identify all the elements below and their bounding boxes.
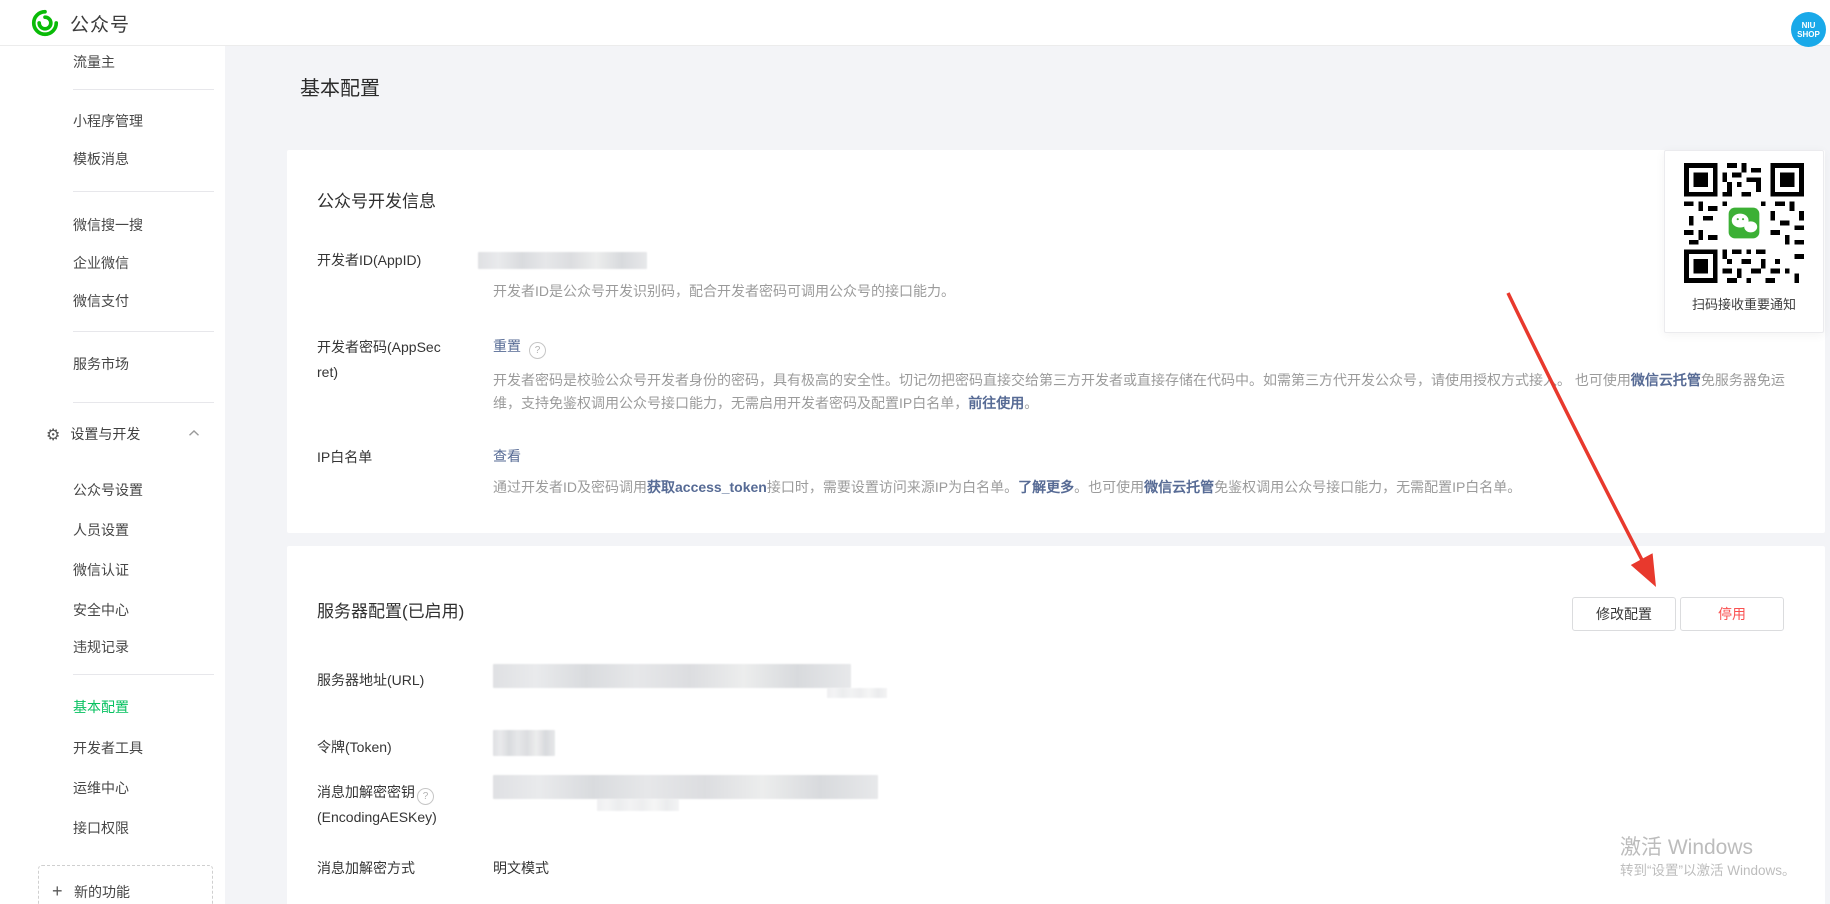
ip-whitelist-label: IP白名单 — [317, 445, 482, 470]
avatar-text: SHOP — [1797, 30, 1820, 39]
appid-desc: 开发者ID是公众号开发识别码，配合开发者密码可调用公众号的接口能力。 — [493, 280, 1788, 303]
server-url-value-redacted — [493, 664, 851, 688]
sidebar-item-search[interactable]: 微信搜一搜 — [73, 215, 143, 235]
sidebar-item-basic-config[interactable]: 基本配置 — [73, 697, 129, 717]
encrypt-method-label: 消息加解密方式 — [317, 856, 482, 881]
chevron-up-icon — [188, 429, 200, 437]
appsecret-label: 开发者密码(AppSec ret) — [317, 335, 482, 385]
sidebar-divider — [73, 191, 214, 192]
sidebar-item-security-center[interactable]: 安全中心 — [73, 600, 129, 620]
aeskey-label: 消息加解密密钥? (EncodingAESKey) — [317, 780, 482, 830]
appsecret-desc: 开发者密码是校验公众号开发者身份的密码，具有极高的安全性。切记勿把密码直接交给第… — [493, 369, 1788, 415]
app-window: 公众号 NIU SHOP 流量主 小程序管理 模板消息 微信搜一搜 企业微信 微… — [0, 0, 1830, 904]
appid-label: 开发者ID(AppID) — [317, 248, 482, 273]
server-config-card: 服务器配置(已启用) 修改配置 停用 服务器地址(URL) 令牌(Token) … — [287, 546, 1825, 904]
new-feature-box[interactable]: + 新的功能 — [38, 865, 213, 904]
appsecret-value: 重置? — [493, 336, 546, 359]
sidebar-item-wepay[interactable]: 微信支付 — [73, 291, 129, 311]
account-avatar[interactable]: NIU SHOP — [1791, 12, 1826, 47]
windows-activate-watermark: 激活 Windows — [1620, 831, 1753, 861]
server-url-label: 服务器地址(URL) — [317, 668, 482, 693]
sidebar-item-verification[interactable]: 微信认证 — [73, 560, 129, 580]
help-icon[interactable]: ? — [529, 342, 546, 359]
sidebar-item-account-settings[interactable]: 公众号设置 — [73, 480, 143, 500]
wechat-mp-logo-icon — [30, 8, 60, 38]
qr-caption: 扫码接收重要通知 — [1665, 294, 1823, 313]
appid-value-redacted — [478, 252, 647, 269]
cloud-hosting-link[interactable]: 微信云托管 — [1144, 479, 1214, 495]
token-label: 令牌(Token) — [317, 735, 482, 760]
sidebar-divider — [73, 402, 214, 403]
sidebar-divider — [73, 674, 214, 675]
ip-whitelist-value: 查看 — [493, 446, 521, 466]
reset-link[interactable]: 重置 — [493, 338, 521, 354]
sidebar-divider — [73, 89, 214, 90]
token-value-redacted — [493, 730, 555, 756]
gear-icon: ⚙ — [46, 427, 60, 444]
qr-panel: 扫码接收重要通知 — [1664, 150, 1824, 333]
brand-title: 公众号 — [70, 10, 130, 37]
sidebar-item-wecom[interactable]: 企业微信 — [73, 253, 129, 273]
sidebar-item-service-market[interactable]: 服务市场 — [73, 354, 129, 374]
sidebar: 流量主 小程序管理 模板消息 微信搜一搜 企业微信 微信支付 服务市场 ⚙ 设置与… — [0, 45, 225, 904]
sidebar-item-staff-settings[interactable]: 人员设置 — [73, 520, 129, 540]
goto-use-link[interactable]: 前往使用 — [968, 395, 1024, 411]
sidebar-item-developer-tools[interactable]: 开发者工具 — [73, 738, 143, 758]
help-icon[interactable]: ? — [417, 788, 434, 805]
sidebar-section-label: 设置与开发 — [70, 426, 140, 442]
plus-icon: + — [52, 881, 63, 901]
dev-info-card: 公众号开发信息 开发者ID(AppID) 开发者ID是公众号开发识别码，配合开发… — [287, 150, 1825, 533]
view-link[interactable]: 查看 — [493, 448, 521, 464]
learn-more-link[interactable]: 了解更多 — [1018, 479, 1074, 495]
access-token-link[interactable]: 获取access_token — [647, 479, 767, 495]
encrypt-method-value: 明文模式 — [493, 858, 549, 878]
top-header: 公众号 — [0, 0, 1830, 46]
section-title-server-config: 服务器配置(已启用) — [317, 597, 464, 622]
sidebar-item-traffic[interactable]: 流量主 — [73, 52, 115, 72]
new-feature-label: 新的功能 — [74, 883, 130, 901]
sidebar-divider — [73, 331, 214, 332]
windows-activate-watermark-sub: 转到“设置”以激活 Windows。 — [1620, 859, 1796, 879]
sidebar-item-template-msg[interactable]: 模板消息 — [73, 149, 129, 169]
wechat-icon — [1729, 208, 1760, 239]
aeskey-value-redacted — [493, 775, 878, 799]
brand: 公众号 — [30, 8, 130, 38]
avatar-text: NIU — [1802, 21, 1816, 30]
modify-config-button[interactable]: 修改配置 — [1572, 597, 1676, 631]
page-title: 基本配置 — [300, 72, 380, 101]
ip-whitelist-desc: 通过开发者ID及密码调用获取access_token接口时，需要设置访问来源IP… — [493, 476, 1788, 499]
qr-code — [1684, 163, 1804, 283]
sidebar-item-violation-record[interactable]: 违规记录 — [73, 637, 129, 657]
aeskey-value-redacted — [597, 799, 679, 811]
sidebar-item-miniprogram[interactable]: 小程序管理 — [73, 111, 143, 131]
sidebar-item-api-permission[interactable]: 接口权限 — [73, 818, 129, 838]
sidebar-item-ops-center[interactable]: 运维中心 — [73, 778, 129, 798]
disable-button[interactable]: 停用 — [1680, 597, 1784, 631]
section-title-dev-info: 公众号开发信息 — [317, 187, 436, 212]
server-url-value-redacted — [827, 688, 887, 698]
cloud-hosting-link[interactable]: 微信云托管 — [1631, 372, 1701, 388]
sidebar-section-settings-dev[interactable]: ⚙ 设置与开发 — [46, 423, 200, 445]
